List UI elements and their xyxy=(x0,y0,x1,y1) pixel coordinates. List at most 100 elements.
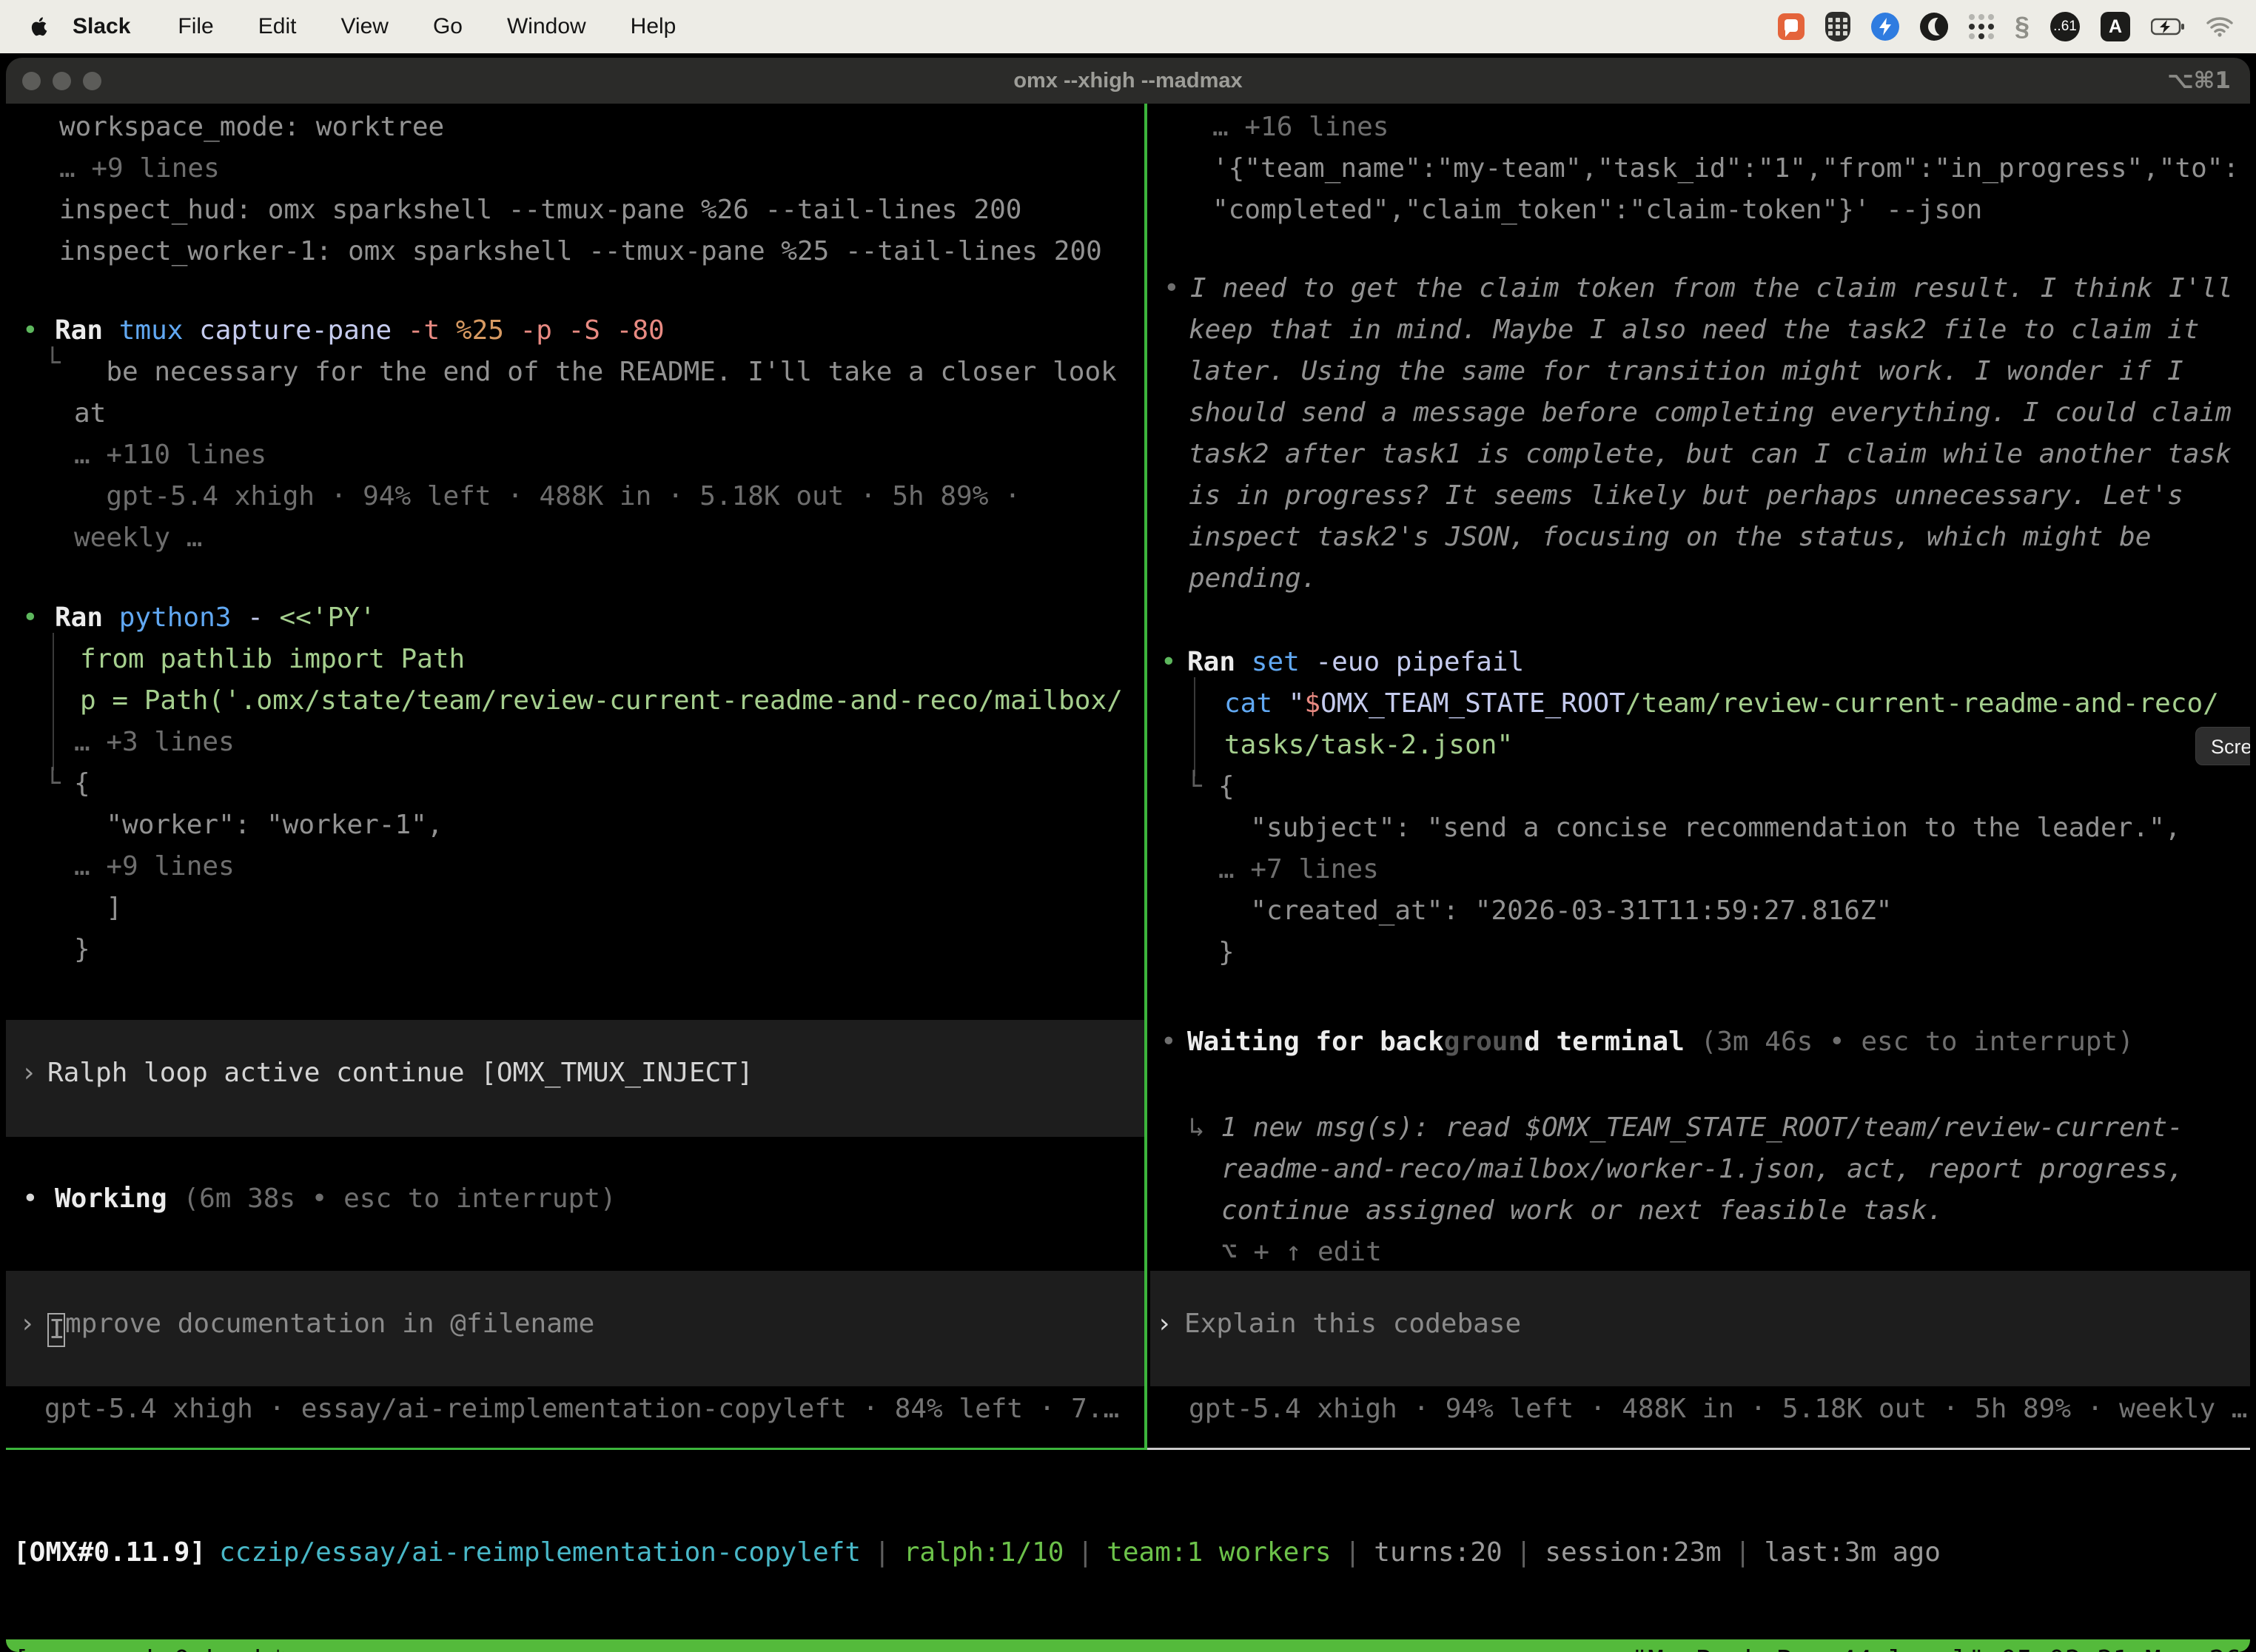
left-prompt-input[interactable]: ›Improve documentation in @filename xyxy=(6,1271,1144,1386)
notice-line: readme-and-reco/mailbox/worker-1.json, a… xyxy=(1150,1149,2250,1190)
terminal-line: '{"team_name":"my-team","task_id":"1","f… xyxy=(1150,148,2250,189)
ran-label: Ran xyxy=(55,315,103,346)
dots-grid-icon[interactable] xyxy=(1969,14,1994,39)
menu-window[interactable]: Window xyxy=(485,14,608,39)
ralph-loop-banner: ›Ralph loop active continue [OMX_TMUX_IN… xyxy=(6,1020,1144,1137)
spinner-bullet-icon: • xyxy=(1159,1021,1187,1063)
command-output-line: } xyxy=(6,929,1144,970)
working-status-block: •Working (6m 38s • esc to interrupt) xyxy=(6,1178,1144,1220)
command-output-line: ] xyxy=(6,887,1144,929)
terminal-line: inspect_worker-1: omx sparkshell --tmux-… xyxy=(6,231,1144,272)
ran-command-line: •Ran tmux capture-pane -t %25 -p -S -80 xyxy=(6,310,1144,352)
menu-go[interactable]: Go xyxy=(411,14,485,39)
right-prompt-input[interactable]: ›Explain this codebase xyxy=(1150,1271,2250,1386)
count-badge-icon[interactable]: ..61 xyxy=(2050,12,2080,41)
left-agent-pane[interactable]: workspace_mode: worktree … +9 lines insp… xyxy=(6,104,1144,1448)
omx-session-time: session:23m xyxy=(1545,1537,1721,1568)
apple-menu-icon[interactable] xyxy=(28,14,50,39)
omx-version-badge: [OMX#0.11.9] xyxy=(13,1537,206,1568)
collapsed-lines-indicator[interactable]: … +7 lines xyxy=(1150,849,2250,890)
screen-tooltip: Scre xyxy=(2195,727,2250,765)
omx-turns: turns:20 xyxy=(1374,1537,1502,1568)
omx-project-path: cczip/essay/ai-reimplementation-copyleft xyxy=(219,1537,861,1568)
shield-grid-icon[interactable] xyxy=(1825,12,1850,41)
command-arg: capture-pane xyxy=(183,315,407,346)
mailbox-notice-block: ↳ 1 new msg(s): read $OMX_TEAM_STATE_ROO… xyxy=(1150,1107,2250,1273)
menu-help[interactable]: Help xyxy=(608,14,699,39)
text-cursor: I xyxy=(47,1313,65,1347)
shimmer-text: groun xyxy=(1444,1027,1524,1057)
collapsed-lines-indicator[interactable]: … +9 lines xyxy=(6,846,1144,887)
notice-line: continue assigned work or next feasible … xyxy=(1150,1190,2250,1232)
collapsed-lines-indicator[interactable]: … +110 lines xyxy=(6,434,1144,476)
prompt-line[interactable]: ›Explain this codebase xyxy=(1150,1271,2250,1345)
ran-command-line: •Ran set -euo pipefail xyxy=(1150,642,2250,683)
separator: | xyxy=(1735,1537,1751,1568)
code-line: tasks/task-2.json" xyxy=(1150,725,2250,766)
menu-file[interactable]: File xyxy=(155,14,235,39)
ralph-loop-text: Ralph loop active continue [OMX_TMUX_INJ… xyxy=(47,1058,753,1088)
code-line: cat "$OMX_TEAM_STATE_ROOT/team/review-cu… xyxy=(1150,683,2250,725)
pane-divider[interactable] xyxy=(1144,104,1147,1450)
terminal-line: inspect_hud: omx sparkshell --tmux-pane … xyxy=(6,189,1144,231)
reasoning-line: should send a message before completing … xyxy=(1150,392,2250,434)
waiting-detail: (3m 46s • esc to interrupt) xyxy=(1685,1027,2134,1057)
separator: | xyxy=(1516,1537,1532,1568)
bullet-icon: • xyxy=(21,597,55,639)
battery-icon[interactable] xyxy=(2151,18,2185,36)
crescent-icon[interactable] xyxy=(1920,13,1948,41)
command-output-line: "worker": "worker-1", xyxy=(6,805,1144,846)
left-pane-bottom-border xyxy=(6,1448,1147,1450)
prompt-line[interactable]: ›Improve documentation in @filename xyxy=(6,1271,1144,1345)
reasoning-line: task2 after task1 is complete, but can I… xyxy=(1150,434,2250,475)
input-source-icon[interactable]: A xyxy=(2101,12,2130,41)
menu-edit[interactable]: Edit xyxy=(236,14,319,39)
omx-team-workers: team:1 workers xyxy=(1107,1537,1331,1568)
ran-tmux-block: •Ran tmux capture-pane -t %25 -p -S -80 … xyxy=(6,310,1144,559)
indent-guide xyxy=(53,633,54,770)
separator: | xyxy=(874,1537,890,1568)
menu-view[interactable]: View xyxy=(318,14,410,39)
command-target: %25 xyxy=(456,315,504,346)
left-intro-block: workspace_mode: worktree … +9 lines insp… xyxy=(6,107,1144,272)
ran-command-line: •Ran python3 - <<'PY' xyxy=(6,597,1144,639)
command-name: python3 xyxy=(119,602,232,633)
heredoc-marker: <<'PY' xyxy=(279,602,375,633)
menu-app-name[interactable]: Slack xyxy=(50,14,155,39)
right-pane-bottom-border xyxy=(1147,1448,2250,1450)
code-line: p = Path('.omx/state/team/review-current… xyxy=(6,680,1144,722)
collapsed-lines-indicator[interactable]: … +16 lines xyxy=(1150,107,2250,148)
command-output-line: { xyxy=(1150,766,2250,807)
ran-label: Ran xyxy=(55,602,103,633)
collapsed-lines-indicator[interactable]: … +3 lines xyxy=(6,722,1144,763)
prompt-placeholder: Explain this codebase xyxy=(1184,1309,1521,1339)
wifi-icon[interactable] xyxy=(2206,16,2234,37)
blue-bolt-icon[interactable] xyxy=(1871,13,1899,41)
window-titlebar[interactable]: omx --xhigh --madmax ⌥⌘1 xyxy=(6,58,2250,104)
collapsed-lines-indicator[interactable]: … +9 lines xyxy=(6,148,1144,189)
right-agent-pane[interactable]: … +16 lines '{"team_name":"my-team","tas… xyxy=(1150,104,2250,1448)
working-status-line: •Working (6m 38s • esc to interrupt) xyxy=(6,1178,1144,1220)
tmux-host-clock: "MacBook-Pro-44.local" 05:03 31-Mar-26 xyxy=(1631,1639,2250,1652)
bullet-icon: • xyxy=(1162,268,1190,309)
reasoning-line: •I need to get the claim token from the … xyxy=(1150,268,2250,309)
edit-shortcut-hint: ⌥ + ↑ edit xyxy=(1150,1232,2250,1273)
output-corner-glyph: └ xyxy=(44,343,61,384)
ran-python-block: •Ran python3 - <<'PY' from pathlib impor… xyxy=(6,597,1144,970)
command-flags: -p -S -80 xyxy=(504,315,665,346)
command-output-line: "created_at": "2026-03-31T11:59:27.816Z" xyxy=(1150,890,2250,932)
screen-recording-icon[interactable] xyxy=(1778,13,1805,40)
tmux-session-window[interactable]: [omx-cczip0:bash* xyxy=(6,1639,286,1652)
terminal-line: "completed","claim_token":"claim-token"}… xyxy=(1150,189,2250,231)
left-model-status-line: gpt-5.4 xhigh · essay/ai-reimplementatio… xyxy=(6,1389,1144,1430)
command-output-line: "subject": "send a concise recommendatio… xyxy=(1150,807,2250,849)
indent-guide xyxy=(1194,677,1195,776)
omx-status-bar: [OMX#0.11.9] cczip/essay/ai-reimplementat… xyxy=(13,1532,2250,1574)
waiting-status-block: •Waiting for background terminal (3m 46s… xyxy=(1150,1021,2250,1063)
bullet-icon: • xyxy=(1159,642,1187,683)
prompt-placeholder: mprove documentation in @filename xyxy=(65,1309,594,1339)
squiggle-icon[interactable]: § xyxy=(2015,11,2030,42)
prompt-chevron-icon: › xyxy=(19,1303,47,1345)
command-arg: - xyxy=(231,602,279,633)
usage-summary-line: gpt-5.4 xhigh · 94% left · 488K in · 5.1… xyxy=(6,476,1144,517)
